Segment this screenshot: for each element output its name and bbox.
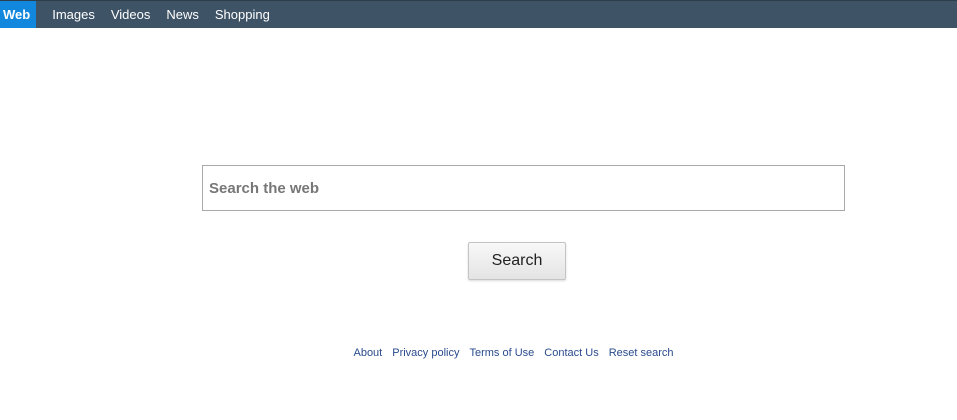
footer-link-about[interactable]: About [353,347,382,359]
tab-news[interactable]: News [158,1,207,28]
tab-images[interactable]: Images [44,1,103,28]
top-nav-bar: Web Images Videos News Shopping [0,0,957,28]
tab-shopping[interactable]: Shopping [207,1,278,28]
footer-link-reset-search[interactable]: Reset search [609,347,674,359]
search-box [202,165,845,211]
footer-link-privacy-policy[interactable]: Privacy policy [392,347,459,359]
search-button[interactable]: Search [468,242,566,280]
tab-videos[interactable]: Videos [103,1,159,28]
tab-web[interactable]: Web [0,1,37,28]
footer-link-contact-us[interactable]: Contact Us [544,347,598,359]
footer-link-terms-of-use[interactable]: Terms of Use [469,347,534,359]
footer-links: About Privacy policy Terms of Use Contac… [0,347,957,359]
search-input[interactable] [203,166,844,210]
